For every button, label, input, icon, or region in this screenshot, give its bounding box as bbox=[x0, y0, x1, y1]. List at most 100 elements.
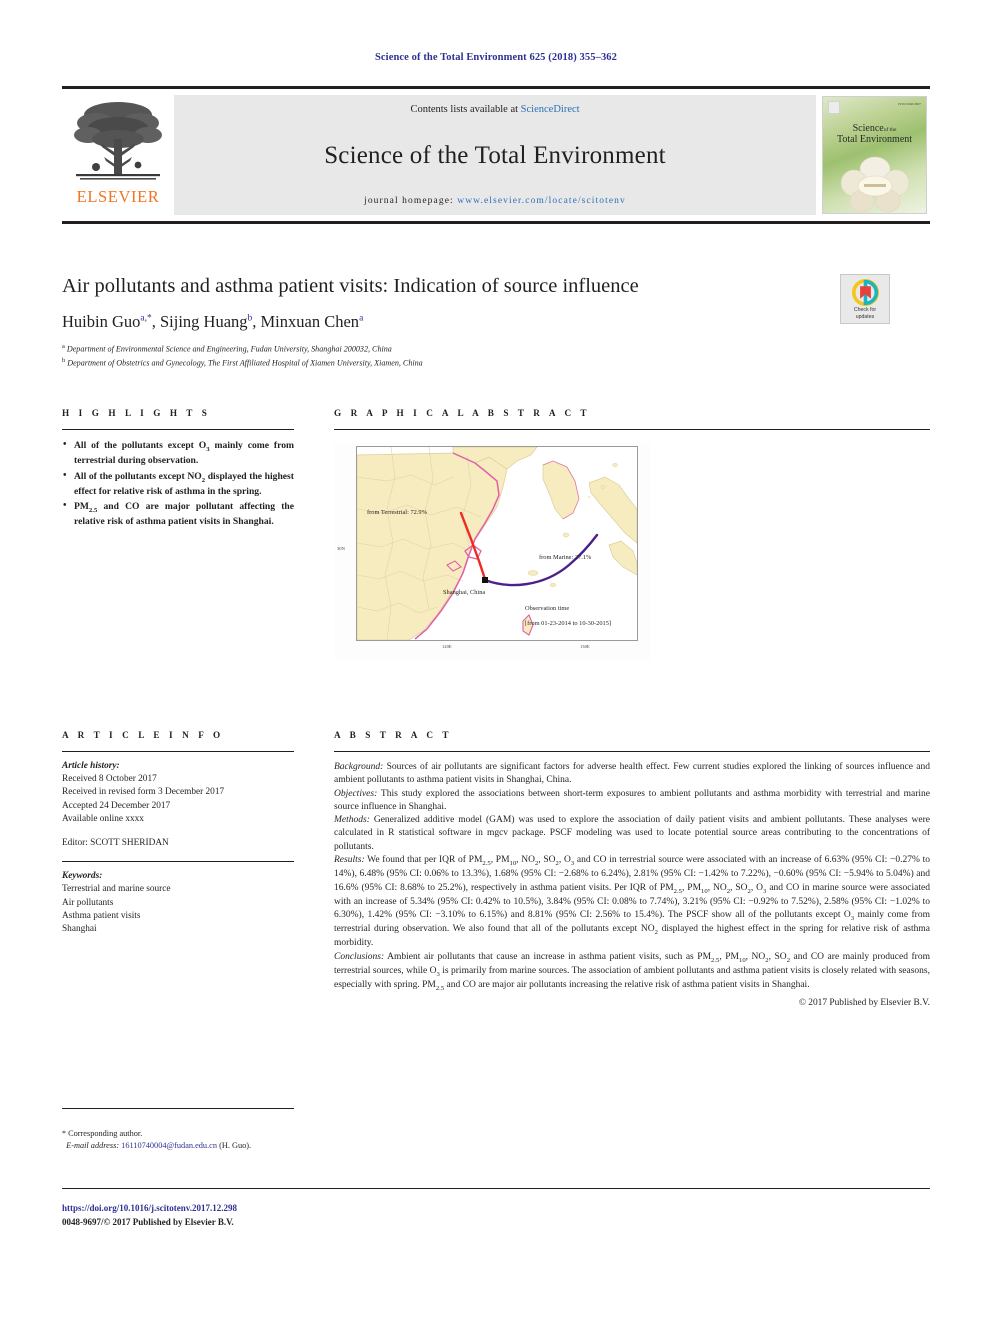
abstract-label-background: Background: bbox=[334, 762, 384, 772]
cover-title-small: of the bbox=[883, 126, 897, 133]
highlights-section: H I G H L I G H T S All of the pollutant… bbox=[62, 408, 294, 531]
crossmark-icon bbox=[851, 279, 879, 306]
abstract-text-results: We found that per IQR of PM2.5, PM10, NO… bbox=[334, 855, 930, 949]
highlights-divider bbox=[62, 429, 294, 430]
abstract-paragraph-methods: Methods: Generalized additive model (GAM… bbox=[334, 814, 930, 854]
author-1: Sijing Huangb bbox=[159, 312, 253, 332]
journal-masthead: ELSEVIER Contents lists available at Sci… bbox=[62, 86, 930, 224]
abstract-divider bbox=[334, 751, 930, 752]
list-item: All of the pollutants except NO2 display… bbox=[62, 469, 294, 498]
graphical-abstract-section: G R A P H I C A L A B S T R A C T from T… bbox=[334, 408, 930, 659]
affiliation-a-text: Department of Environmental Science and … bbox=[66, 344, 392, 354]
observation-time-range: [from 01-23-2014 to 10-30-2015] bbox=[525, 620, 612, 627]
author-0-marks: a,* bbox=[140, 313, 152, 324]
abstract-label-conclusions: Conclusions: bbox=[334, 951, 385, 962]
article-history-revised: Received in revised form 3 December 2017 bbox=[62, 787, 225, 798]
cover-title-line2: Total Environment bbox=[836, 133, 913, 145]
article-history-online: Available online xxxx bbox=[62, 813, 144, 824]
elsevier-tree-icon bbox=[74, 102, 162, 180]
map-graphic-icon bbox=[357, 447, 637, 640]
abstract-text-background: Sources of air pollutants are significan… bbox=[334, 762, 930, 786]
article-history-label: Article history: bbox=[62, 761, 120, 771]
abstract-text-objectives: This study explored the associations bet… bbox=[334, 788, 930, 812]
author-list: Huibin Guoa,*, Sijing Huangb, Minxuan Ch… bbox=[62, 312, 364, 332]
journal-title: Science of the Total Environment bbox=[324, 141, 666, 169]
highlights-list: All of the pollutants except O3 mainly c… bbox=[62, 438, 294, 528]
footnote-corresponding-text: Corresponding author. bbox=[68, 1129, 143, 1138]
highlights-heading: H I G H L I G H T S bbox=[62, 408, 211, 418]
abstract-paragraph-results: Results: We found that per IQR of PM2.5,… bbox=[334, 854, 930, 951]
footnote-email-link[interactable]: 16110740004@fudan.edu.cn bbox=[121, 1141, 217, 1150]
author-0: Huibin Guoa,* bbox=[62, 312, 152, 332]
keyword-item: Air pollutants bbox=[62, 897, 114, 908]
crossmark-label: Check for updates bbox=[853, 307, 877, 320]
affiliation-a: a Department of Environmental Science an… bbox=[62, 342, 822, 356]
bottom-divider bbox=[62, 1188, 930, 1189]
contents-line: Contents lists available at ScienceDirec… bbox=[410, 104, 579, 115]
map-x-tick-130e: 130E bbox=[580, 644, 590, 649]
article-info-body: Article history: Received 8 October 2017… bbox=[62, 760, 294, 936]
keywords-label: Keywords: bbox=[62, 871, 103, 882]
bottom-identifiers: https://doi.org/10.1016/j.scitotenv.2017… bbox=[62, 1202, 662, 1230]
abstract-label-methods: Methods: bbox=[334, 815, 370, 826]
graphical-abstract-figure: from Terrestrial: 72.9% from Marine: 27.… bbox=[334, 443, 651, 659]
map-y-tick-30n: 30N bbox=[337, 546, 345, 551]
keywords-divider bbox=[62, 861, 294, 863]
cover-flower-graphic-icon bbox=[840, 156, 909, 213]
abstract-paragraph-conclusions: Conclusions: Ambient air pollutants that… bbox=[334, 951, 930, 994]
footnote-marker: * bbox=[62, 1129, 66, 1138]
footnote-email-label: E-mail address: bbox=[66, 1141, 120, 1151]
cover-title-line1: Science bbox=[852, 122, 884, 134]
homepage-prefix: journal homepage: bbox=[364, 196, 458, 206]
author-2: Minxuan Chena bbox=[260, 312, 364, 332]
author-1-marks: b bbox=[247, 313, 253, 324]
masthead-center: Contents lists available at ScienceDirec… bbox=[174, 95, 816, 215]
abstract-body: Background: Sources of air pollutants ar… bbox=[334, 761, 930, 1011]
article-info-divider bbox=[62, 751, 294, 752]
abstract-label-objectives: Objectives: bbox=[334, 788, 378, 799]
affiliation-list: a Department of Environmental Science an… bbox=[62, 342, 822, 370]
paper-page: Science of the Total Environment 625 (20… bbox=[0, 0, 992, 1323]
journal-cover-thumbnail: ISSN 0048-9697 Scienceof the Total Envir… bbox=[822, 96, 927, 214]
cover-issn-code: ISSN 0048-9697 bbox=[898, 102, 921, 106]
keyword-item: Terrestrial and marine source bbox=[62, 884, 171, 895]
keyword-item: Asthma patient visits bbox=[62, 910, 141, 921]
affiliation-b-text: Department of Obstetrics and Gynecology,… bbox=[67, 359, 423, 369]
article-info-section: A R T I C L E I N F O Article history: R… bbox=[62, 730, 294, 936]
abstract-paragraph-background: Background: Sources of air pollutants ar… bbox=[334, 761, 930, 788]
affiliation-b: b Department of Obstetrics and Gynecolog… bbox=[62, 356, 822, 370]
article-info-heading: A R T I C L E I N F O bbox=[62, 730, 224, 740]
contents-prefix: Contents lists available at bbox=[410, 104, 521, 115]
cover-elsevier-mark-icon bbox=[828, 101, 840, 114]
list-item: All of the pollutants except O3 mainly c… bbox=[62, 438, 294, 467]
crossmark-badge[interactable]: Check for updates bbox=[840, 274, 890, 324]
page-title: Air pollutants and asthma patient visits… bbox=[62, 275, 639, 297]
abstract-text-methods: Generalized additive model (GAM) was use… bbox=[334, 815, 930, 852]
doi-link[interactable]: https://doi.org/10.1016/j.scitotenv.2017… bbox=[62, 1202, 662, 1216]
sciencedirect-link[interactable]: ScienceDirect bbox=[521, 104, 580, 115]
title-block: Air pollutants and asthma patient visits… bbox=[62, 274, 822, 371]
cover-title: Scienceof the Total Environment bbox=[823, 123, 926, 145]
graphical-abstract-divider bbox=[334, 429, 930, 430]
abstract-text-conclusions: Ambient air pollutants that cause an inc… bbox=[334, 951, 930, 993]
trajectory-map: from Terrestrial: 72.9% from Marine: 27.… bbox=[356, 446, 638, 641]
receptor-site-label: Shanghai, China bbox=[443, 589, 486, 596]
footnote-email-suffix: (H. Guo). bbox=[219, 1141, 252, 1151]
list-item: PM2.5 and CO are major pollutant affecti… bbox=[62, 499, 294, 528]
elsevier-logo: ELSEVIER bbox=[62, 89, 174, 221]
terrestrial-source-label: from Terrestrial: 72.9% bbox=[367, 509, 427, 516]
footnote-divider bbox=[62, 1108, 294, 1109]
keyword-item: Shanghai bbox=[62, 923, 97, 934]
abstract-heading: A B S T R A C T bbox=[334, 730, 453, 740]
abstract-copyright: © 2017 Published by Elsevier B.V. bbox=[798, 998, 930, 1009]
abstract-label-results: Results: bbox=[334, 855, 365, 866]
journal-reference: Science of the Total Environment 625 (20… bbox=[374, 52, 618, 63]
issn-copyright-line: 0048-9697/© 2017 Published by Elsevier B… bbox=[62, 1216, 234, 1227]
abstract-paragraph-objectives: Objectives: This study explored the asso… bbox=[334, 788, 930, 815]
author-2-marks: a bbox=[359, 313, 364, 324]
homepage-url[interactable]: www.elsevier.com/locate/scitotenv bbox=[457, 196, 626, 206]
corresponding-author-footnote: * Corresponding author. E-mail address: … bbox=[62, 1128, 562, 1153]
abstract-section: A B S T R A C T Background: Sources of a… bbox=[334, 730, 930, 1011]
observation-time-caption: Observation time bbox=[525, 605, 570, 612]
